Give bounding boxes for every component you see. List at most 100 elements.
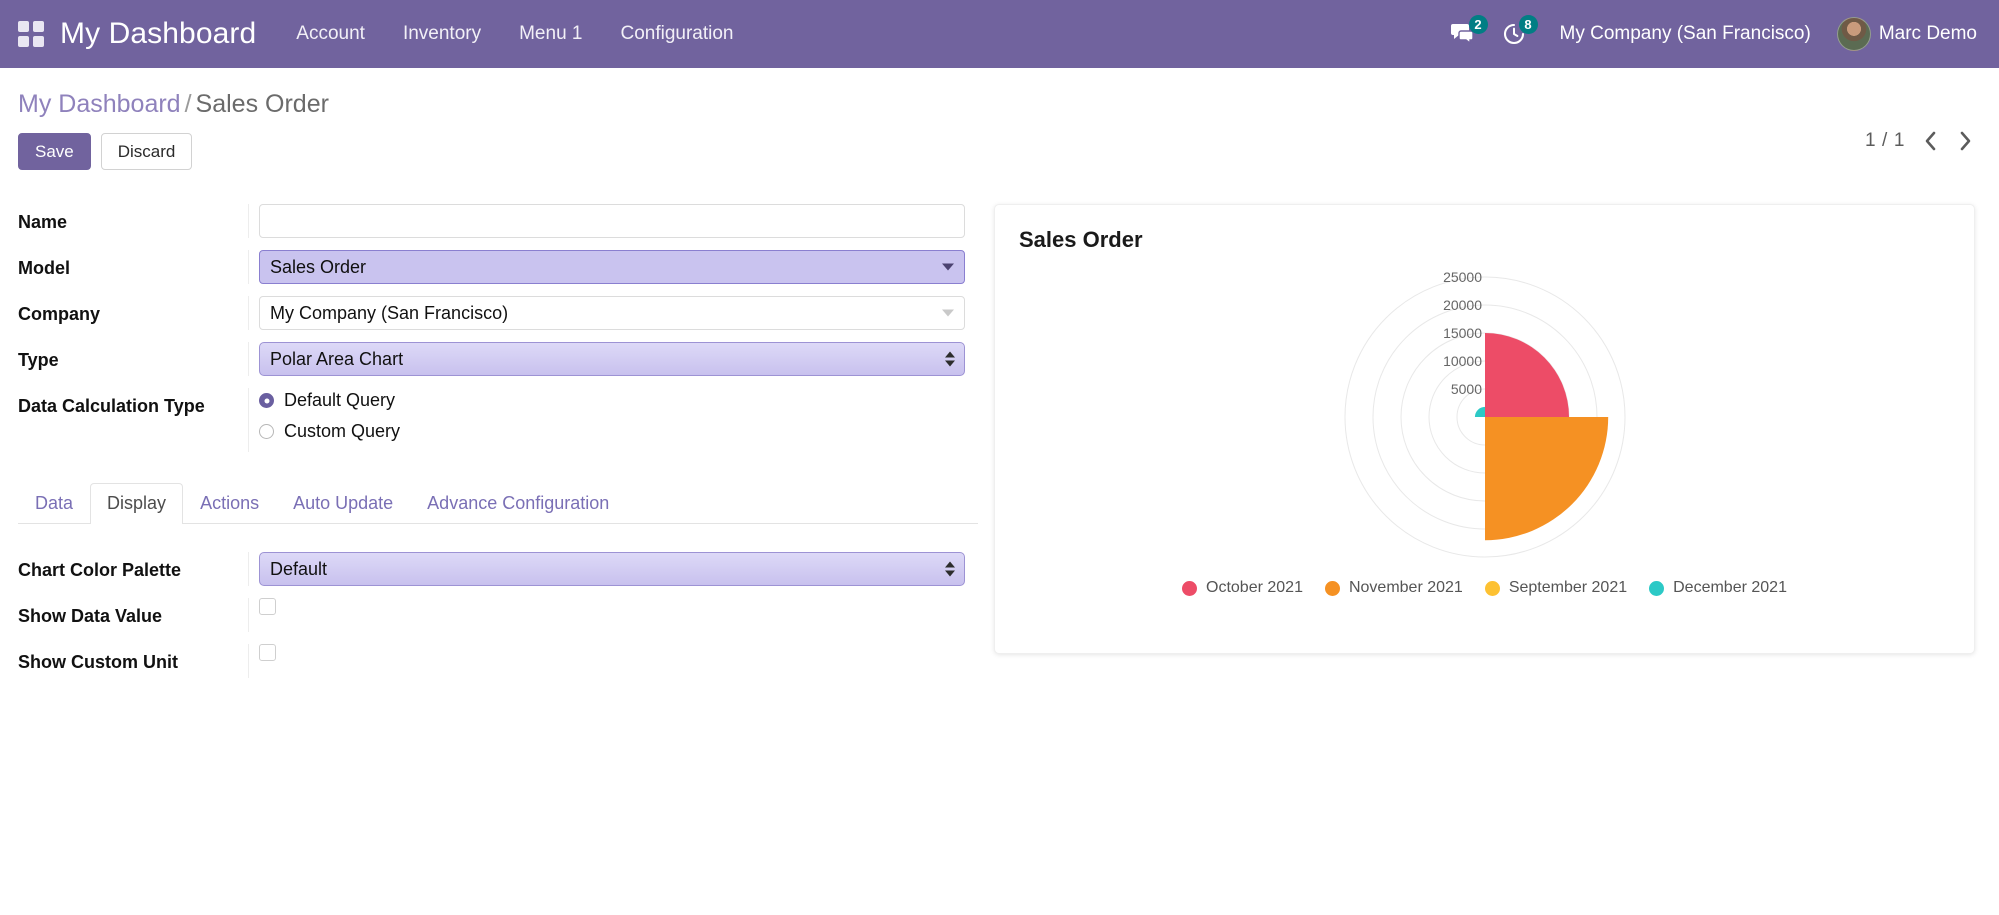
field-chart-color-palette: Chart Color Palette Default xyxy=(18,552,978,587)
field-name: Name xyxy=(18,204,978,239)
name-input[interactable] xyxy=(259,204,965,239)
tab-pane-display: Chart Color Palette Default Show Data Va… xyxy=(18,524,978,679)
field-label-name: Name xyxy=(18,212,68,233)
chart-segment[interactable] xyxy=(1484,417,1608,541)
chart-legend: October 2021 November 2021 September 2021 D… xyxy=(1019,579,1950,597)
breadcrumb-separator: / xyxy=(184,90,192,118)
chart-color-palette-select[interactable]: Default xyxy=(259,552,965,587)
company-many2one[interactable] xyxy=(259,296,965,331)
tab-advance-configuration[interactable]: Advance Configuration xyxy=(410,483,626,524)
legend-item[interactable]: November 2021 xyxy=(1324,579,1463,597)
field-show-custom-unit: Show Custom Unit xyxy=(18,644,978,679)
field-show-data-value: Show Data Value xyxy=(18,598,978,633)
model-many2one[interactable] xyxy=(259,250,965,285)
control-panel: My Dashboard / Sales Order Save Discard 1 … xyxy=(0,68,1999,171)
radio-custom-query[interactable]: Custom Query xyxy=(259,421,978,442)
messages-icon[interactable]: 2 xyxy=(1450,15,1488,46)
field-label-company: Company xyxy=(18,304,101,325)
legend-label: November 2021 xyxy=(1348,579,1463,597)
field-label-data-calculation-type: Data Calculation Type xyxy=(18,396,205,417)
legend-color-dot xyxy=(1649,580,1665,596)
field-control-type: Polar Area Chart xyxy=(248,342,978,377)
user-menu[interactable]: Marc Demo xyxy=(1836,17,1977,51)
field-control-show-data-value xyxy=(248,598,978,633)
radio-default-query-indicator[interactable] xyxy=(259,393,274,409)
chevron-left-icon[interactable] xyxy=(1923,130,1939,152)
chart-segment[interactable] xyxy=(1474,407,1485,418)
pager-count[interactable]: 1 / 1 xyxy=(1865,130,1905,152)
form-sheet: Name Model Company xyxy=(0,170,1999,690)
control-panel-buttons: Save Discard xyxy=(18,133,1975,171)
radio-default-query-label: Default Query xyxy=(284,390,396,411)
chevron-right-icon[interactable] xyxy=(1957,130,1973,152)
discard-button[interactable]: Discard xyxy=(100,133,193,171)
tab-actions[interactable]: Actions xyxy=(183,483,276,524)
data-calculation-type-radio-group: Default Query Custom Query xyxy=(259,388,978,442)
pager: 1 / 1 xyxy=(1865,130,1973,152)
menu-item-configuration[interactable]: Configuration xyxy=(620,23,733,45)
chart-radial-tick-label: 15000 xyxy=(1443,325,1482,341)
field-label-show-data-value: Show Data Value xyxy=(18,606,163,627)
menu-item-inventory[interactable]: Inventory xyxy=(403,23,481,45)
user-name: Marc Demo xyxy=(1878,23,1977,44)
field-control-name xyxy=(248,204,978,239)
company-input[interactable] xyxy=(259,296,965,331)
menu-item-menu-1[interactable]: Menu 1 xyxy=(519,23,582,45)
legend-color-dot xyxy=(1324,580,1340,596)
avatar xyxy=(1836,17,1871,51)
radio-custom-query-indicator[interactable] xyxy=(259,424,274,440)
legend-item[interactable]: September 2021 xyxy=(1484,579,1628,597)
chart-color-palette-select-wrap: Default xyxy=(259,552,965,587)
model-input[interactable] xyxy=(259,250,965,285)
field-control-company xyxy=(248,296,978,331)
field-model: Model xyxy=(18,250,978,285)
field-company: Company xyxy=(18,296,978,331)
breadcrumb: My Dashboard / Sales Order xyxy=(18,90,1975,119)
tab-data[interactable]: Data xyxy=(18,483,90,524)
legend-color-dot xyxy=(1484,580,1500,596)
field-label-type: Type xyxy=(18,350,59,371)
navbar-right-group: 2 8 My Company (San Francisco) Marc Demo xyxy=(1450,15,1977,51)
field-control-model xyxy=(248,250,978,285)
chart-segment[interactable] xyxy=(1484,333,1569,418)
field-control-chart-color-palette: Default xyxy=(248,552,978,587)
top-navbar: My Dashboard Account Inventory Menu 1 Co… xyxy=(0,0,1999,68)
field-data-calculation-type: Data Calculation Type Default Query Cust… xyxy=(18,388,978,453)
breadcrumb-root[interactable]: My Dashboard xyxy=(18,90,181,118)
main-menu: Account Inventory Menu 1 Configuration xyxy=(296,23,733,45)
grid-cell xyxy=(18,21,29,32)
chart-title: Sales Order xyxy=(1019,227,1143,253)
polar-area-chart[interactable]: 5000 10000 15000 20000 25000 xyxy=(1019,259,1950,577)
notebook: Data Display Actions Auto Update Advance… xyxy=(18,482,978,679)
field-type: Type Polar Area Chart xyxy=(18,342,978,377)
field-label-chart-color-palette: Chart Color Palette xyxy=(18,560,182,581)
legend-item[interactable]: October 2021 xyxy=(1182,579,1303,597)
save-button[interactable]: Save xyxy=(18,133,91,171)
legend-label: December 2021 xyxy=(1673,579,1787,597)
type-select[interactable]: Polar Area Chart xyxy=(259,342,965,377)
notebook-tabs: Data Display Actions Auto Update Advance… xyxy=(18,482,978,525)
grid-cell xyxy=(33,21,44,32)
activities-badge: 8 xyxy=(1518,15,1538,34)
legend-item[interactable]: December 2021 xyxy=(1649,579,1787,597)
tab-display[interactable]: Display xyxy=(90,483,184,525)
form-column: Name Model Company xyxy=(18,204,978,690)
clock-activity-icon[interactable]: 8 xyxy=(1502,15,1538,46)
chart-radial-tick-label: 20000 xyxy=(1443,297,1482,313)
grid-cell xyxy=(33,36,44,47)
grid-apps-icon[interactable] xyxy=(18,21,44,47)
brand-title[interactable]: My Dashboard xyxy=(60,17,256,51)
breadcrumb-current: Sales Order xyxy=(195,90,329,118)
chart-column: Sales Order 5000 10000 15000 20000 25000 Oct… xyxy=(978,204,1975,690)
legend-label: September 2021 xyxy=(1508,579,1628,597)
menu-item-account[interactable]: Account xyxy=(296,23,365,45)
show-data-value-checkbox[interactable] xyxy=(259,598,276,616)
chart-radial-tick-label: 25000 xyxy=(1443,269,1482,285)
legend-label: October 2021 xyxy=(1206,579,1303,597)
show-custom-unit-checkbox[interactable] xyxy=(259,644,276,662)
grid-cell xyxy=(18,36,29,47)
tab-auto-update[interactable]: Auto Update xyxy=(276,483,410,524)
radio-custom-query-label: Custom Query xyxy=(284,421,401,442)
radio-default-query[interactable]: Default Query xyxy=(259,390,978,411)
company-switcher[interactable]: My Company (San Francisco) xyxy=(1560,23,1811,45)
